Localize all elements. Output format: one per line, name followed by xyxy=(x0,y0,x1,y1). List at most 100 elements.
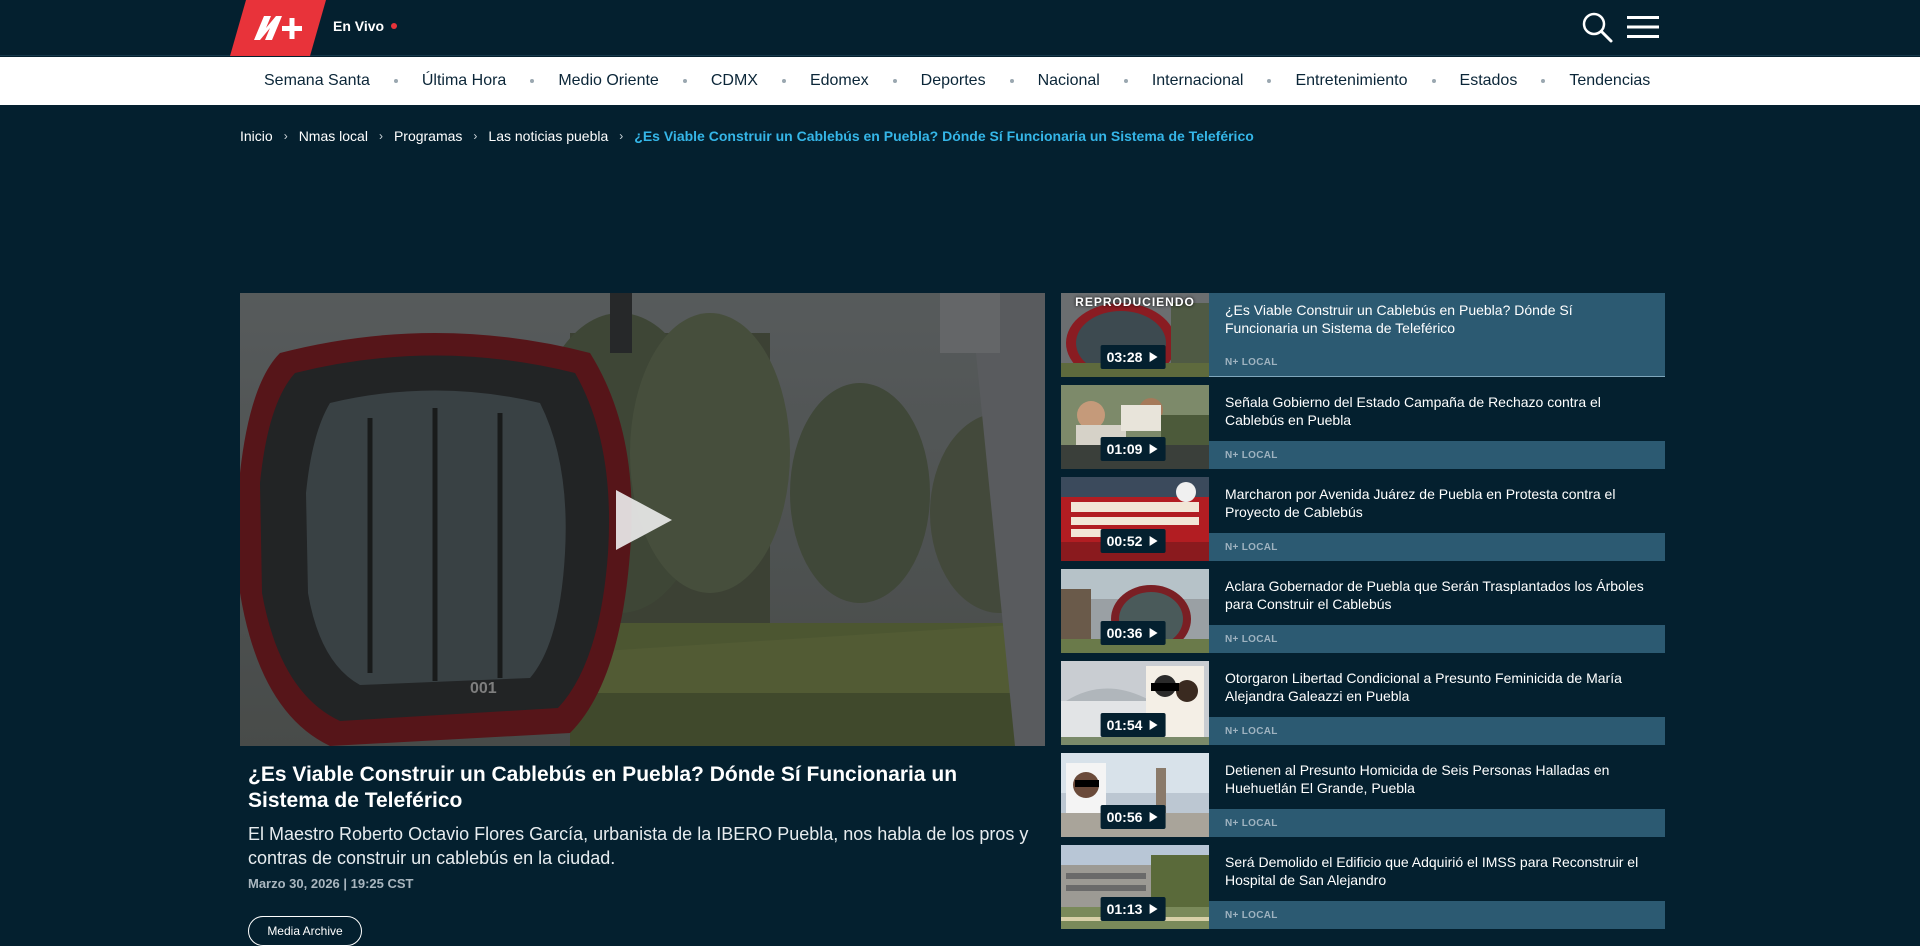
video-date: Marzo 30, 2026 | 19:25 CST xyxy=(248,876,414,891)
duration-badge: 03:28 xyxy=(1100,345,1166,369)
breadcrumb-current: ¿Es Viable Construir un Cablebús en Pueb… xyxy=(634,128,1254,144)
duration-text: 01:54 xyxy=(1106,717,1143,733)
duration-badge: 00:52 xyxy=(1100,529,1166,553)
breadcrumb: Inicio › Nmas local › Programas › Las noticias… xyxy=(240,128,1254,144)
chevron-right-icon: › xyxy=(473,129,478,143)
playlist-item-tag: N+ LOCAL xyxy=(1209,901,1665,929)
nav-item: Última Hora xyxy=(398,72,530,90)
duration-text: 00:56 xyxy=(1106,809,1143,825)
live-label: En Vivo xyxy=(333,18,385,34)
play-triangle-icon xyxy=(1149,444,1158,454)
chevron-right-icon: › xyxy=(283,129,288,143)
playlist-item-tag: N+ LOCAL xyxy=(1209,809,1665,837)
now-playing-label: REPRODUCIENDO xyxy=(1075,295,1195,309)
playlist-item[interactable]: 00:52 Marcharon por Avenida Juárez de Pue… xyxy=(1061,477,1665,561)
playlist-item[interactable]: 01:09 Señala Gobierno del Estado Campaña … xyxy=(1061,385,1665,469)
duration-badge: 00:56 xyxy=(1100,805,1166,829)
playlist-item-body: Será Demolido el Edificio que Adquirió e… xyxy=(1209,845,1665,929)
playlist-item-body: Otorgaron Libertad Condicional a Presunt… xyxy=(1209,661,1665,745)
playlist-thumbnail[interactable]: 01:54 xyxy=(1061,661,1209,745)
playlist-item-title[interactable]: Otorgaron Libertad Condicional a Presunt… xyxy=(1209,661,1665,717)
playlist-thumbnail[interactable]: 01:09 xyxy=(1061,385,1209,469)
duration-text: 00:36 xyxy=(1106,625,1143,641)
breadcrumb-link[interactable]: Inicio xyxy=(240,128,273,144)
playlist-item-title[interactable]: Detienen al Presunto Homicida de Seis Pe… xyxy=(1209,753,1665,809)
hamburger-menu-icon[interactable] xyxy=(1626,13,1660,41)
nav-item: CDMX xyxy=(687,72,782,90)
nav-link[interactable]: Deportes xyxy=(897,72,1010,90)
video-player[interactable]: 001 xyxy=(240,293,1045,746)
playlist-item-title[interactable]: ¿Es Viable Construir un Cablebús en Pueb… xyxy=(1209,293,1665,349)
playlist-item[interactable]: 01:54 Otorgaron Libertad Condicional a Pr… xyxy=(1061,661,1665,745)
live-dot-icon xyxy=(391,23,398,29)
nav-link[interactable]: Semana Santa xyxy=(240,72,394,90)
play-triangle-icon xyxy=(1149,720,1158,730)
playlist-item[interactable]: 01:13 Será Demolido el Edificio que Adqui… xyxy=(1061,845,1665,929)
playlist-thumbnail[interactable]: 01:13 xyxy=(1061,845,1209,929)
playlist-thumbnail[interactable]: 00:36 xyxy=(1061,569,1209,653)
playlist-item-tag: N+ LOCAL xyxy=(1209,348,1665,376)
playlist-item-active[interactable]: REPRODUCIENDO 03:28 ¿Es Viable Construir u… xyxy=(1061,293,1665,377)
nav-link[interactable]: Última Hora xyxy=(398,72,530,90)
playlist-item-tag: N+ LOCAL xyxy=(1209,533,1665,561)
play-triangle-icon xyxy=(1149,352,1158,362)
play-triangle-icon xyxy=(1149,812,1158,822)
playlist-thumbnail[interactable]: 00:52 xyxy=(1061,477,1209,561)
search-icon[interactable] xyxy=(1580,10,1614,44)
nplus-logo[interactable] xyxy=(230,0,326,56)
nav-item: Deportes xyxy=(897,72,1010,90)
playlist-item[interactable]: 00:56 Detienen al Presunto Homicida de Se… xyxy=(1061,753,1665,837)
video-playlist: REPRODUCIENDO 03:28 ¿Es Viable Construir u… xyxy=(1061,293,1665,937)
nav-link[interactable]: Nacional xyxy=(1014,72,1124,90)
play-triangle-icon xyxy=(1149,904,1158,914)
nav-link[interactable]: CDMX xyxy=(687,72,782,90)
duration-text: 01:09 xyxy=(1106,441,1143,457)
nav-item: Nacional xyxy=(1014,72,1124,90)
playlist-item-title[interactable]: Será Demolido el Edificio que Adquirió e… xyxy=(1209,845,1665,901)
playlist-item-body: Señala Gobierno del Estado Campaña de Re… xyxy=(1209,385,1665,469)
play-triangle-icon xyxy=(1149,536,1158,546)
media-archive-button[interactable]: Media Archive xyxy=(248,916,362,946)
nav-link[interactable]: Estados xyxy=(1436,72,1542,90)
nav-link[interactable]: Medio Oriente xyxy=(534,72,683,90)
playlist-item-title[interactable]: Aclara Gobernador de Puebla que Serán Tr… xyxy=(1209,569,1665,625)
playlist-item-tag: N+ LOCAL xyxy=(1209,441,1665,469)
playlist-item-title[interactable]: Señala Gobierno del Estado Campaña de Re… xyxy=(1209,385,1665,441)
play-button-icon[interactable] xyxy=(610,488,674,552)
category-nav: Semana Santa Última Hora Medio Oriente CDMX… xyxy=(0,57,1920,105)
playlist-item-body: Detienen al Presunto Homicida de Seis Pe… xyxy=(1209,753,1665,837)
nav-item: Tendencias xyxy=(1545,72,1674,90)
play-triangle-icon xyxy=(1149,628,1158,638)
playlist-thumbnail[interactable]: 00:56 xyxy=(1061,753,1209,837)
nav-link[interactable]: Internacional xyxy=(1128,72,1268,90)
duration-badge: 00:36 xyxy=(1100,621,1166,645)
nav-item: Internacional xyxy=(1128,72,1268,90)
duration-text: 01:13 xyxy=(1106,901,1143,917)
duration-badge: 01:09 xyxy=(1100,437,1166,461)
category-nav-list: Semana Santa Última Hora Medio Oriente CDMX… xyxy=(0,57,1920,105)
breadcrumb-link[interactable]: Nmas local xyxy=(299,128,368,144)
playlist-item-body: ¿Es Viable Construir un Cablebús en Pueb… xyxy=(1209,293,1665,377)
breadcrumb-link[interactable]: Programas xyxy=(394,128,462,144)
playlist-item-tag: N+ LOCAL xyxy=(1209,717,1665,745)
nav-item: Estados xyxy=(1436,72,1542,90)
duration-badge: 01:54 xyxy=(1100,713,1166,737)
duration-text: 00:52 xyxy=(1106,533,1143,549)
top-bar: En Vivo xyxy=(0,0,1920,56)
nav-link[interactable]: Edomex xyxy=(786,72,893,90)
playlist-thumbnail[interactable]: REPRODUCIENDO 03:28 xyxy=(1061,293,1209,377)
live-link[interactable]: En Vivo xyxy=(333,18,398,34)
nav-item: Entretenimiento xyxy=(1271,72,1431,90)
nav-link[interactable]: Entretenimiento xyxy=(1271,72,1431,90)
duration-badge: 01:13 xyxy=(1100,897,1166,921)
nav-item: Edomex xyxy=(786,72,893,90)
playlist-item-body: Marcharon por Avenida Juárez de Puebla e… xyxy=(1209,477,1665,561)
breadcrumb-link[interactable]: Las noticias puebla xyxy=(488,128,608,144)
playlist-item-body: Aclara Gobernador de Puebla que Serán Tr… xyxy=(1209,569,1665,653)
playlist-item-title[interactable]: Marcharon por Avenida Juárez de Puebla e… xyxy=(1209,477,1665,533)
playlist-item[interactable]: 00:36 Aclara Gobernador de Puebla que Ser… xyxy=(1061,569,1665,653)
video-title: ¿Es Viable Construir un Cablebús en Pueb… xyxy=(248,763,958,812)
chevron-right-icon: › xyxy=(378,129,383,143)
nav-link[interactable]: Tendencias xyxy=(1545,72,1674,90)
playlist-item-tag: N+ LOCAL xyxy=(1209,625,1665,653)
